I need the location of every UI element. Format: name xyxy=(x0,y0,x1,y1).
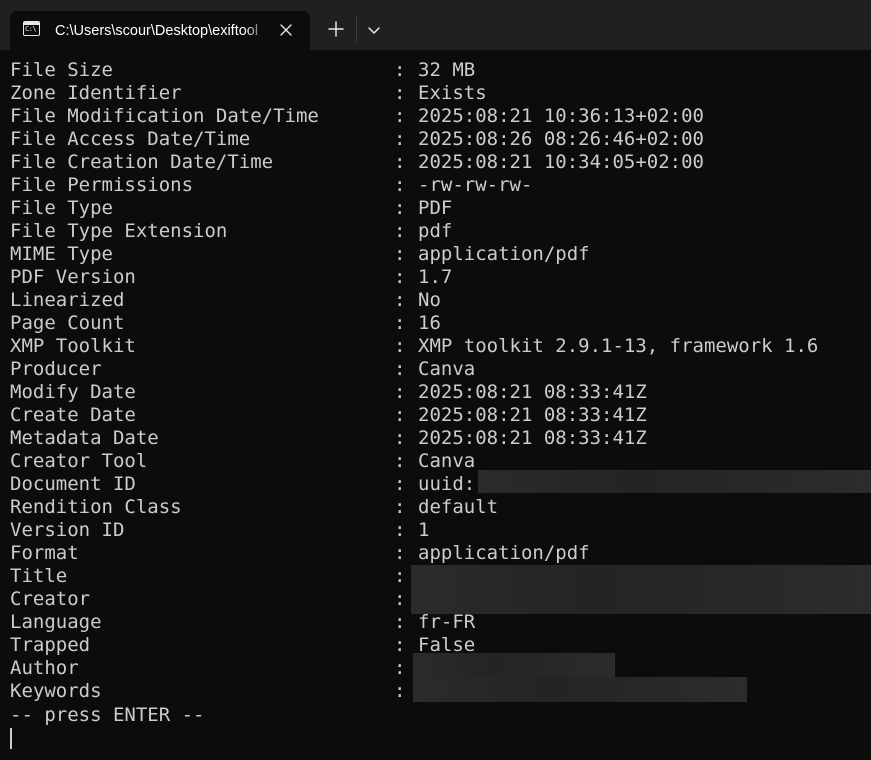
exif-tag-value: No xyxy=(418,289,441,311)
exif-tag-name: File Modification Date/Time xyxy=(10,105,319,127)
exif-separator: : xyxy=(394,496,406,518)
redacted-keywords xyxy=(413,677,747,702)
exif-tag-name: Producer xyxy=(10,358,102,380)
exif-separator: : xyxy=(394,588,406,610)
terminal-icon: C:\ xyxy=(23,21,40,36)
redacted-document-id xyxy=(478,470,871,493)
exif-separator: : xyxy=(394,128,406,150)
exif-separator: : xyxy=(394,358,406,380)
text-cursor xyxy=(10,728,12,749)
exif-tag-name: File Type Extension xyxy=(10,220,228,242)
exif-tag-value: application/pdf xyxy=(418,243,590,265)
exif-separator: : xyxy=(394,657,406,679)
exif-separator: : xyxy=(394,634,406,656)
exif-separator: : xyxy=(394,450,406,472)
exif-tag-value: default xyxy=(418,496,499,518)
exif-separator: : xyxy=(394,289,406,311)
exif-separator: : xyxy=(394,312,406,334)
exif-tag-value: 2025:08:21 10:36:13+02:00 xyxy=(418,105,704,127)
tab-divider xyxy=(356,16,357,42)
exif-separator: : xyxy=(394,266,406,288)
exif-separator: : xyxy=(394,335,406,357)
exif-tag-name: File Permissions xyxy=(10,174,194,196)
exif-separator: : xyxy=(394,59,406,81)
redacted-author xyxy=(413,653,615,677)
exif-tag-value: -rw-rw-rw- xyxy=(418,174,533,196)
exif-tag-value: XMP toolkit 2.9.1-13, framework 1.6 xyxy=(418,335,819,357)
exif-tag-value: 1 xyxy=(418,519,430,541)
exif-separator: : xyxy=(394,542,406,564)
chevron-down-icon[interactable] xyxy=(365,21,383,39)
tab-title: C:\Users\scour\Desktop\exiftool xyxy=(55,23,259,39)
exif-tag-name: Version ID xyxy=(10,519,125,541)
exif-tag-name: File Size xyxy=(10,59,113,81)
press-enter-prompt: -- press ENTER -- xyxy=(10,704,205,726)
exif-tag-name: Title xyxy=(10,565,68,587)
exif-tag-value: 16 xyxy=(418,312,441,334)
exif-tag-name: Zone Identifier xyxy=(10,82,182,104)
plus-icon[interactable] xyxy=(326,19,346,39)
exif-tag-name: File Type xyxy=(10,197,113,219)
exif-tag-value: Canva xyxy=(418,450,476,472)
exif-tag-name: Linearized xyxy=(10,289,125,311)
terminal-window: C:\ C:\Users\scour\Desktop\exiftool File… xyxy=(0,0,871,760)
redacted-title-creator xyxy=(411,565,871,614)
exif-separator: : xyxy=(394,473,406,495)
exif-separator: : xyxy=(394,381,406,403)
exif-separator: : xyxy=(394,174,406,196)
exif-separator: : xyxy=(394,82,406,104)
exif-tag-name: Creator xyxy=(10,588,91,610)
exif-separator: : xyxy=(394,197,406,219)
exif-tag-value: 2025:08:21 08:33:41Z xyxy=(418,404,647,426)
exif-separator: : xyxy=(394,220,406,242)
exif-tag-name: MIME Type xyxy=(10,243,113,265)
exif-separator: : xyxy=(394,105,406,127)
exif-tag-value: pdf xyxy=(418,220,453,242)
exif-tag-name: Modify Date xyxy=(10,381,136,403)
exif-separator: : xyxy=(394,565,406,587)
exif-tag-name: Author xyxy=(10,657,79,679)
exif-separator: : xyxy=(394,519,406,541)
tab-bar: C:\ C:\Users\scour\Desktop\exiftool xyxy=(0,0,871,50)
exif-tag-value: 2025:08:26 08:26:46+02:00 xyxy=(418,128,704,150)
exif-tag-name: File Creation Date/Time xyxy=(10,151,274,173)
exif-tag-value: fr-FR xyxy=(418,611,476,633)
exif-separator: : xyxy=(394,611,406,633)
exif-tag-name: Creator Tool xyxy=(10,450,148,472)
terminal-output[interactable]: File Size:32 MB Zone Identifier: Exists Fil… xyxy=(0,50,871,760)
close-icon[interactable] xyxy=(277,21,295,39)
exif-tag-name: Page Count xyxy=(10,312,125,334)
exif-tag-name: Trapped xyxy=(10,634,91,656)
exif-tag-name: Document ID xyxy=(10,473,136,495)
exif-tag-name: Keywords xyxy=(10,680,102,702)
exif-separator: : xyxy=(394,243,406,265)
exif-tag-value: 1.7 xyxy=(418,266,453,288)
exif-tag-value: uuid: xyxy=(418,473,476,495)
exif-tag-value: 2025:08:21 10:34:05+02:00 xyxy=(418,151,704,173)
exif-tag-value: Exists xyxy=(418,82,487,104)
exif-separator: : xyxy=(394,404,406,426)
exif-tag-name: Format xyxy=(10,542,79,564)
exif-tag-name: Create Date xyxy=(10,404,136,426)
exif-tag-value: 2025:08:21 08:33:41Z xyxy=(418,427,647,449)
exif-tag-value: 32 MB xyxy=(418,59,476,81)
exif-tag-name: Rendition Class xyxy=(10,496,182,518)
exif-tag-value: application/pdf xyxy=(418,542,590,564)
terminal-icon-text: C:\ xyxy=(25,25,37,33)
exif-separator: : xyxy=(394,680,406,702)
exif-tag-value: 2025:08:21 08:33:41Z xyxy=(418,381,647,403)
exif-tag-name: XMP Toolkit xyxy=(10,335,136,357)
exif-separator: : xyxy=(394,151,406,173)
exif-tag-value: Canva xyxy=(418,358,476,380)
tab-active[interactable]: C:\ C:\Users\scour\Desktop\exiftool xyxy=(10,11,310,50)
exif-separator: : xyxy=(394,427,406,449)
exif-tag-name: Metadata Date xyxy=(10,427,159,449)
exif-tag-name: PDF Version xyxy=(10,266,136,288)
exif-tag-name: File Access Date/Time xyxy=(10,128,251,150)
exif-tag-value: PDF xyxy=(418,197,453,219)
exif-tag-name: Language xyxy=(10,611,102,633)
